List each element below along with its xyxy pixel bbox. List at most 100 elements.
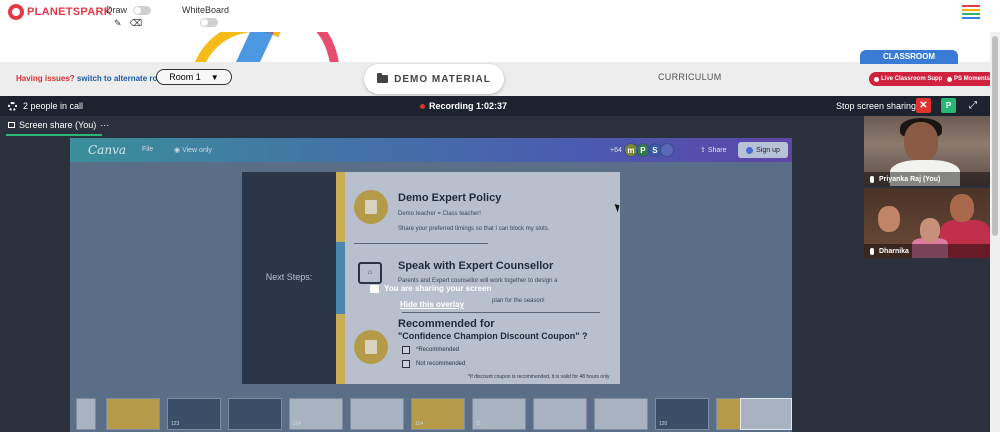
recommended-label: *Recommended — [416, 347, 460, 353]
live-support-label: Live Classroom Support — [881, 76, 951, 82]
tab-classroom[interactable]: CLASSROOM — [860, 50, 958, 64]
slide-thumbnail-current[interactable] — [740, 398, 792, 430]
logo-text: PLANETSPARK — [27, 6, 112, 18]
video-frame — [878, 206, 900, 232]
record-dot-icon — [420, 103, 425, 109]
policy-icon — [354, 190, 388, 224]
screen-share-header: Screen share (You) ··· — [0, 116, 864, 136]
canva-sign-up-button[interactable]: Sign up — [738, 142, 788, 158]
draw-toggle[interactable] — [133, 5, 152, 15]
section-text: Demo teacher = Class teacher! — [398, 211, 481, 217]
participant-name-tag: Priyanka Raj (You) — [864, 172, 990, 186]
canva-view-only-label: View only — [182, 147, 212, 154]
collaborator-count: +64 — [610, 146, 622, 154]
whiteboard-label: WhiteBoard — [182, 5, 230, 15]
ps-moments-label: PS Moments — [954, 76, 991, 82]
monitor-icon — [8, 122, 15, 128]
video-frame — [904, 122, 938, 162]
people-count[interactable]: 2 people in call — [8, 101, 83, 111]
hide-overlay-link[interactable]: Hide this overlay — [400, 300, 464, 309]
slide-thumbnail[interactable] — [533, 398, 587, 430]
eraser-icon[interactable]: ⌫ — [130, 18, 143, 29]
slide-footnote: *If discount coupon is recommended, it i… — [468, 374, 610, 380]
participant-video-self[interactable]: Priyanka Raj (You) — [864, 116, 990, 186]
video-stage: Screen share (You) ··· Canva File ◉ View… — [0, 116, 990, 432]
slide-thumbnail[interactable]: 11 — [472, 398, 526, 430]
google-icon — [746, 146, 754, 154]
screen-share-tab[interactable]: Screen share (You) ··· — [8, 120, 109, 130]
whiteboard-toggle[interactable] — [200, 18, 218, 27]
participant-name-tag: Dharnika — [864, 244, 990, 258]
header-banner: Having issues? switch to alternate room … — [0, 32, 1000, 96]
tab-curriculum[interactable]: CURRICULUM — [658, 72, 722, 82]
call-bar: 2 people in call Recording 1:02:37 Stop … — [0, 96, 990, 116]
eye-icon: ◉ — [174, 147, 183, 154]
coupon-icon — [354, 330, 388, 364]
user-avatar-button[interactable]: P — [941, 98, 956, 113]
canva-share-button[interactable]: ⇪ Share — [700, 146, 727, 154]
section-text: plan for the season! — [492, 298, 545, 304]
tab-demo-material[interactable]: DEMO MATERIAL — [364, 64, 504, 94]
collaborator-avatars[interactable]: +64 m P S — [610, 143, 674, 157]
planetspark-logo[interactable]: PLANETSPARK — [8, 4, 112, 20]
canva-file-menu[interactable]: File — [142, 146, 153, 153]
thumbnail-count: 114 — [293, 421, 301, 427]
participant-name: Dharnika — [879, 247, 909, 255]
slide-thumbnail[interactable] — [350, 398, 404, 430]
not-recommended-checkbox[interactable]: Not recommended — [402, 360, 465, 368]
moments-icon — [947, 76, 952, 82]
section-coupon-subtitle: "Confidence Champion Discount Coupon" ? — [398, 331, 588, 341]
menu-line — [962, 17, 980, 19]
menu-line — [962, 13, 980, 15]
slide-left-panel: Next Steps: — [242, 172, 336, 384]
slide-thumbnail[interactable] — [106, 398, 160, 430]
section-text: Share your preferred timings so that I c… — [398, 226, 550, 232]
menu-line — [962, 9, 980, 11]
room-select-value: Room 1 — [169, 72, 201, 82]
tab-demo-material-label: DEMO MATERIAL — [394, 73, 491, 85]
thumbnail-count: 11 — [476, 421, 482, 427]
hamburger-menu-icon[interactable] — [962, 5, 980, 19]
canva-toolbar: Canva File ◉ View only +64 m P S ⇪ Share… — [70, 138, 792, 162]
presentation-slide: Next Steps: Demo Expert Policy Demo teac… — [242, 172, 620, 384]
page-scrollbar[interactable] — [990, 32, 1000, 432]
canva-logo[interactable]: Canva — [88, 143, 126, 157]
slide-thumbnail[interactable]: 123 — [167, 398, 221, 430]
stop-sharing-label[interactable]: Stop screen sharing — [836, 101, 916, 111]
pencil-icon[interactable]: ✎ — [114, 18, 122, 29]
gear-icon[interactable] — [8, 101, 17, 111]
slide-thumbnail-strip: 123 114 114 11 120 — [70, 394, 792, 432]
participant-name: Priyanka Raj (You) — [879, 175, 941, 183]
room-select[interactable]: Room 1 ▼ — [156, 69, 232, 85]
recommended-checkbox[interactable]: *Recommended — [402, 346, 459, 354]
scrollbar-thumb[interactable] — [992, 36, 998, 236]
counsellor-icon: ⌂ — [358, 262, 382, 284]
slide-thumbnail[interactable] — [594, 398, 648, 430]
slide-thumbnail[interactable] — [228, 398, 282, 430]
slide-thumbnail[interactable]: 114 — [411, 398, 465, 430]
caret-down-icon: ▼ — [210, 72, 219, 82]
checkbox-icon — [402, 346, 410, 354]
ps-moments-button[interactable]: PS Moments — [942, 72, 996, 86]
video-frame — [920, 218, 940, 242]
slide-thumbnail[interactable]: 114 — [289, 398, 343, 430]
fullscreen-icon[interactable]: ⤢ — [966, 99, 980, 113]
stop-sharing-button[interactable]: ✕ — [916, 98, 931, 113]
section-expert-counsellor: Speak with Expert Counsellor — [398, 260, 554, 272]
support-icon — [874, 76, 879, 82]
planetspark-logo-icon — [8, 4, 24, 20]
participant-video-remote[interactable]: Dharnika — [864, 188, 990, 258]
tab-strip: Having issues? switch to alternate room … — [0, 62, 1000, 96]
canva-view-only[interactable]: ◉ View only — [174, 146, 212, 154]
screen-share-tab-label: Screen share (You) — [19, 120, 97, 130]
thumbnail-count: 123 — [171, 421, 180, 427]
slide-thumbnail[interactable]: 120 — [655, 398, 709, 430]
share-screen-icon — [370, 284, 379, 293]
top-bar: PLANETSPARK Draw ✎ ⌫ WhiteBoard — [0, 0, 1000, 32]
slide-thumbnail[interactable] — [76, 398, 96, 430]
issues-question: Having issues? — [16, 74, 75, 83]
people-count-label: 2 people in call — [23, 101, 84, 111]
share-icon: ⇪ — [700, 147, 708, 154]
more-options-icon[interactable]: ··· — [100, 120, 109, 130]
slide-color-stripe — [336, 172, 345, 384]
